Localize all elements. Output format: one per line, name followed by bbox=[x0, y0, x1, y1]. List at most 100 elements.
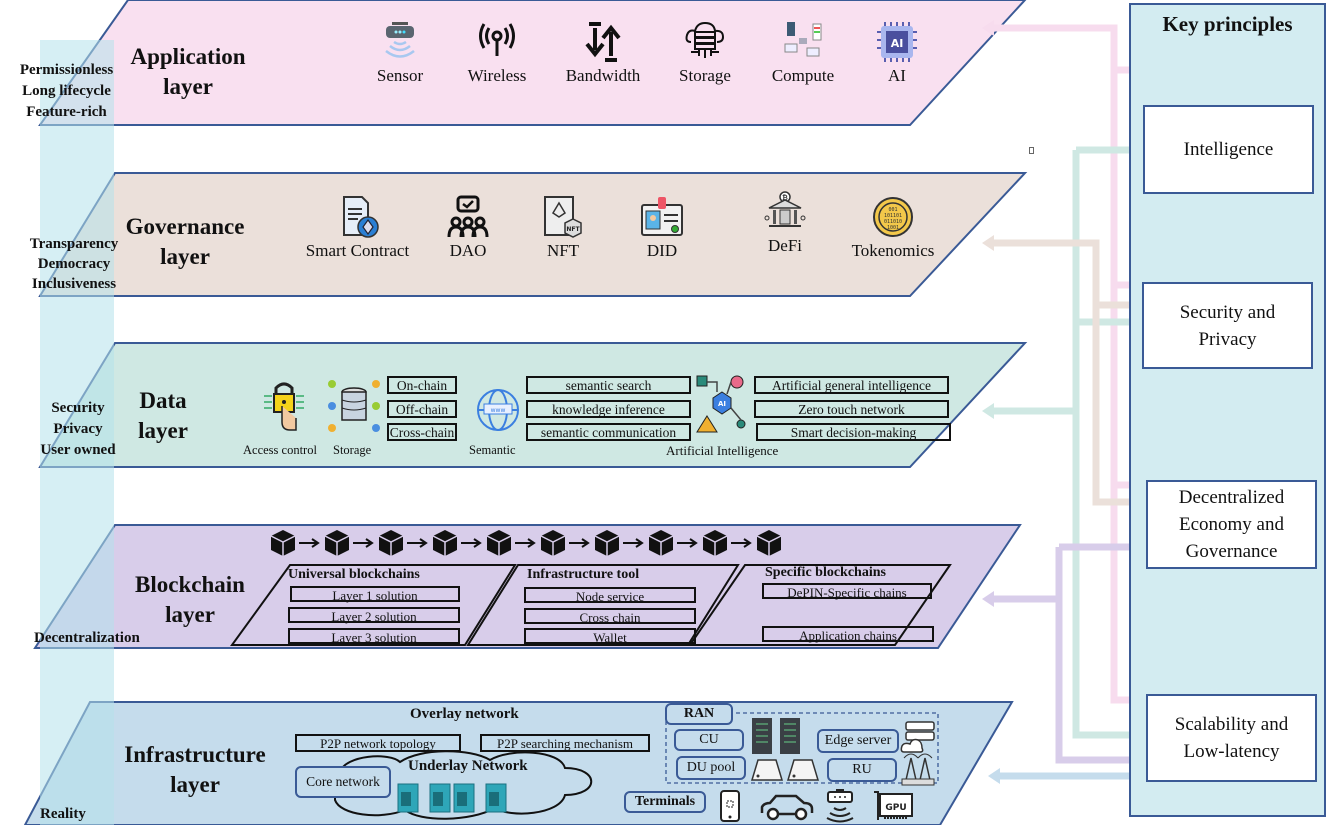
wallet-box: Wallet bbox=[524, 628, 696, 645]
edge-server-box: Edge server bbox=[817, 729, 899, 753]
block-cube-icon bbox=[594, 530, 620, 556]
chain-arrow-icon bbox=[569, 538, 590, 548]
property-permissionless: Permissionless bbox=[19, 62, 114, 78]
chain-arrow-icon bbox=[407, 538, 428, 548]
block-chain-svg bbox=[270, 530, 782, 556]
gpu-label: GPU bbox=[885, 803, 906, 813]
app-item-sensor: Sensor bbox=[370, 20, 430, 86]
layer2-solution-box: Layer 2 solution bbox=[288, 607, 460, 624]
semantic-globe-icon: www bbox=[477, 389, 519, 431]
did-card-icon bbox=[641, 197, 683, 236]
purple-arrow-head bbox=[982, 591, 994, 607]
blue-arrow-head bbox=[988, 768, 1000, 784]
database-storage-icon bbox=[328, 380, 380, 432]
on-chain-box: On-chain bbox=[387, 376, 457, 394]
wireless-icon bbox=[479, 23, 515, 56]
zero-touch-network-box: Zero touch network bbox=[754, 400, 949, 418]
ai-chip-icon: AI bbox=[877, 22, 917, 62]
chain-arrow-icon bbox=[677, 538, 698, 548]
access-control-label: Access control bbox=[243, 443, 317, 457]
svg-text:AI: AI bbox=[891, 37, 904, 50]
gov-item-tokenomics: 001 101101 011010 1001 Tokenomics bbox=[843, 195, 943, 261]
stray-marker bbox=[1029, 147, 1034, 154]
application-layer-title: Application layer bbox=[130, 44, 246, 99]
gov-item-dao: DAO bbox=[438, 195, 498, 261]
app-item-compute: Compute bbox=[765, 20, 841, 86]
block-cube-icon bbox=[756, 530, 782, 556]
ai-network-icon: AI bbox=[696, 375, 746, 433]
data-layer-title: Data layer bbox=[138, 388, 188, 443]
block-cube-icon bbox=[432, 530, 458, 556]
compute-icon bbox=[784, 22, 822, 57]
data-properties: Security Privacy User owned bbox=[28, 398, 128, 461]
smart-contract-icon bbox=[342, 196, 379, 238]
property-reality: Reality bbox=[40, 806, 86, 822]
gov-item-nft: NFT NFT bbox=[533, 195, 593, 261]
core-servers-icon bbox=[397, 783, 507, 813]
property-security: Security bbox=[51, 400, 105, 416]
infrastructure-layer-title: Infrastructure layer bbox=[124, 742, 266, 797]
cu-server-racks-icon bbox=[752, 718, 800, 754]
cross-chain-tool-box: Cross chain bbox=[524, 608, 696, 625]
access-control-icon bbox=[264, 382, 304, 431]
chain-arrow-icon bbox=[461, 538, 482, 548]
ran-box: RAN bbox=[665, 703, 733, 725]
car-icon bbox=[760, 794, 814, 821]
property-long-lifecycle: Long lifecycle bbox=[22, 83, 111, 99]
smartphone-icon bbox=[720, 790, 740, 822]
dao-icon bbox=[447, 195, 489, 238]
blockchain-layer-title: Blockchain layer bbox=[135, 572, 245, 627]
cu-box: CU bbox=[674, 729, 744, 751]
gpu-card-icon: GPU bbox=[874, 791, 913, 820]
block-cube-icon bbox=[648, 530, 674, 556]
specific-blockchains-title: Specific blockchains bbox=[765, 565, 886, 580]
p2p-searching-box: P2P searching mechanism bbox=[480, 734, 650, 752]
gov-item-smart-contract: Smart Contract bbox=[295, 195, 420, 261]
principle-security-privacy: Security and Privacy bbox=[1142, 282, 1313, 369]
app-item-wireless: Wireless bbox=[462, 20, 532, 86]
svg-text:www: www bbox=[491, 407, 506, 414]
app-item-ai: AI AI bbox=[872, 20, 922, 86]
block-cube-icon bbox=[702, 530, 728, 556]
application-properties: Permissionless Long lifecycle Feature-ri… bbox=[4, 60, 129, 123]
property-privacy: Privacy bbox=[53, 421, 103, 437]
ru-antenna-towers-icon bbox=[901, 753, 935, 786]
du-pool-box: DU pool bbox=[676, 756, 746, 780]
chain-arrow-icon bbox=[623, 538, 644, 548]
app-item-storage: Storage bbox=[670, 20, 740, 86]
bandwidth-icon bbox=[585, 22, 621, 62]
underlay-network-title: Underlay Network bbox=[408, 758, 528, 774]
layer3-solution-box: Layer 3 solution bbox=[288, 628, 460, 645]
artificial-intelligence-label: Artificial Intelligence bbox=[666, 443, 779, 458]
cloud-storage-icon bbox=[685, 21, 725, 58]
block-chain-sequence bbox=[270, 528, 800, 558]
depin-specific-chains-box: DePIN-Specific chains bbox=[762, 583, 932, 600]
svg-text:1001: 1001 bbox=[887, 225, 899, 231]
property-feature-rich: Feature-rich bbox=[26, 104, 107, 120]
chain-arrow-icon bbox=[299, 538, 320, 548]
sensor-icon bbox=[385, 22, 415, 58]
beige-arrow-head bbox=[982, 235, 994, 251]
terminals-box: Terminals bbox=[624, 791, 706, 813]
chain-arrow-icon bbox=[515, 538, 536, 548]
gov-item-did: DID bbox=[632, 195, 692, 261]
token-coin-icon: 0011011010110101001 bbox=[873, 197, 913, 237]
defi-bank-icon: ₿ bbox=[764, 191, 806, 227]
off-chain-box: Off-chain bbox=[387, 400, 457, 418]
universal-blockchains-title: Universal blockchains bbox=[288, 567, 420, 582]
terminal-sensor-icon bbox=[826, 789, 854, 823]
ru-box: RU bbox=[827, 758, 897, 782]
semantic-label: Semantic bbox=[469, 443, 516, 457]
property-inclusiveness: Inclusiveness bbox=[31, 276, 117, 292]
principle-decentralized-economy: Decentralized Economy and Governance bbox=[1146, 480, 1317, 569]
svg-text:NFT: NFT bbox=[566, 226, 580, 233]
application-chains-box: Application chains bbox=[762, 626, 934, 643]
agi-box: Artificial general intelligence bbox=[754, 376, 949, 394]
principle-scalability: Scalability and Low-latency bbox=[1146, 694, 1317, 782]
chain-arrow-icon bbox=[731, 538, 752, 548]
layer1-solution-box: Layer 1 solution bbox=[290, 586, 460, 603]
nft-icon: NFT bbox=[544, 196, 582, 238]
smart-decision-making-box: Smart decision-making bbox=[756, 423, 951, 441]
block-cube-icon bbox=[540, 530, 566, 556]
gov-item-defi: ₿ DeFi bbox=[755, 190, 815, 256]
